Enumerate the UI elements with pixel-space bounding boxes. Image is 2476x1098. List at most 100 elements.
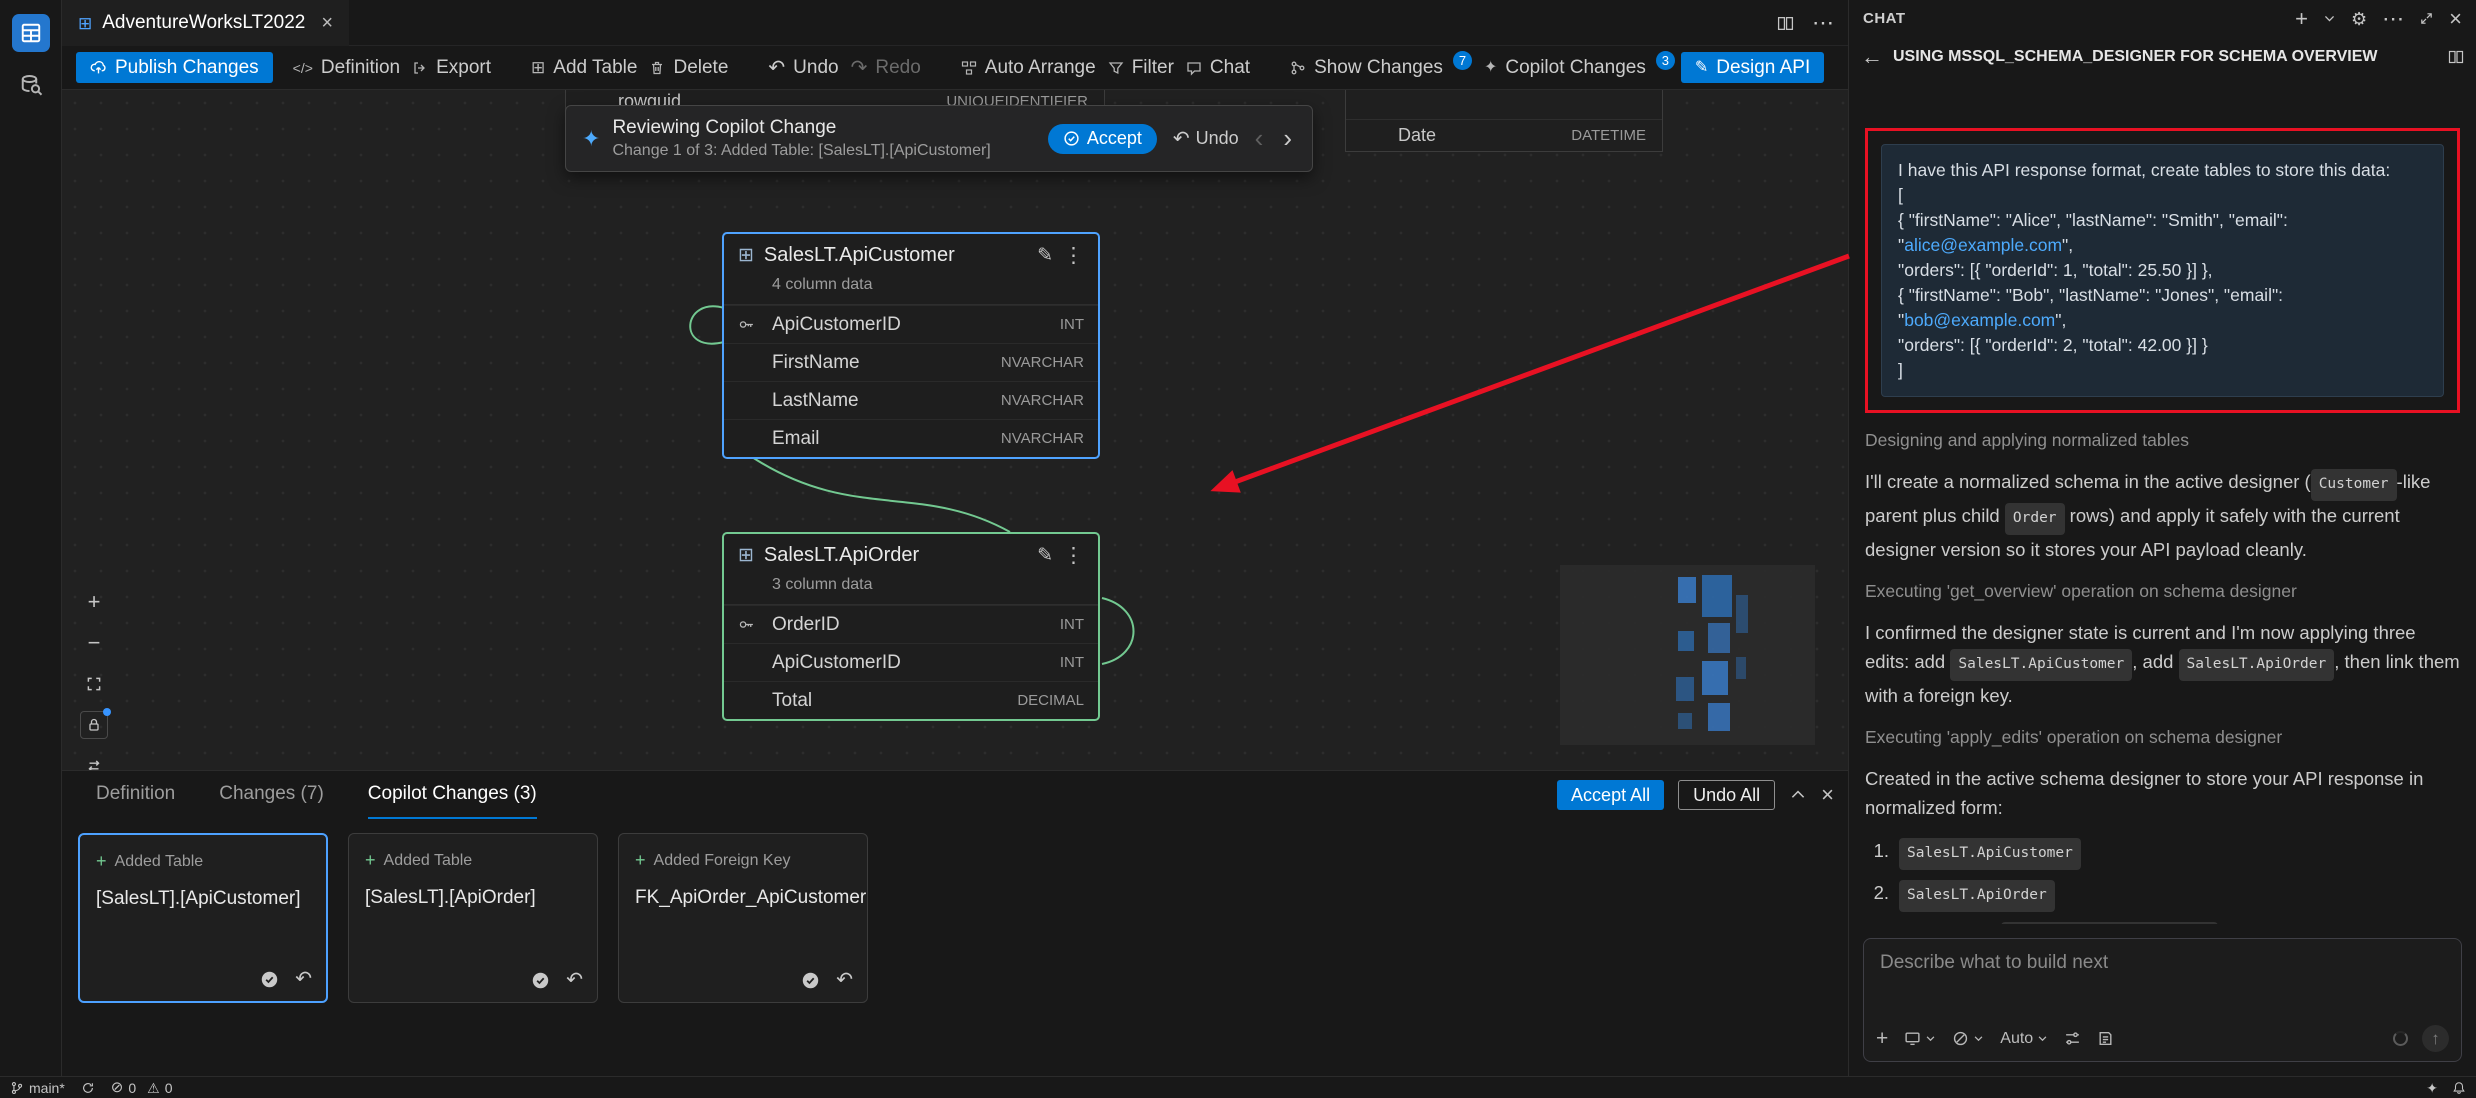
email-link[interactable]: alice@example.com <box>1904 235 2062 255</box>
table-row[interactable]: ApiCustomerID INT <box>724 643 1098 681</box>
table-menu-icon[interactable]: ⋮ <box>1063 543 1084 568</box>
chat-input[interactable] <box>1864 939 2461 1001</box>
instructions-icon[interactable] <box>2097 1030 2114 1047</box>
zoom-fit-icon[interactable] <box>80 670 108 698</box>
change-card-foreignkey[interactable]: + Added Foreign Key FK_ApiOrder_ApiCusto… <box>618 833 868 1003</box>
mention-context-selector[interactable] <box>1952 1030 1984 1047</box>
table-subtitle: 3 column data <box>724 576 1098 605</box>
table-menu-icon[interactable]: ⋮ <box>1063 243 1084 268</box>
definition-button[interactable]: </> Definition <box>287 52 406 84</box>
screen-context-selector[interactable] <box>1904 1030 1936 1047</box>
close-panel-icon[interactable]: × <box>1821 784 1834 806</box>
chevron-down-icon[interactable] <box>2323 12 2336 25</box>
git-branch-indicator[interactable]: main* <box>10 1080 65 1096</box>
cloud-upload-icon <box>90 59 107 76</box>
editor-more-actions-icon[interactable]: ⋯ <box>1812 12 1834 34</box>
maximize-panel-icon[interactable] <box>2419 11 2434 26</box>
screen-icon <box>1904 1030 1921 1047</box>
export-button[interactable]: Export <box>406 52 497 84</box>
add-table-button[interactable]: ⊞ Add Table <box>525 52 643 84</box>
banner-subtitle: Change 1 of 3: Added Table: [SalesLT].[A… <box>612 142 1035 160</box>
more-actions-icon[interactable]: ⋯ <box>2382 8 2404 30</box>
design-api-button[interactable]: ✎ Design API <box>1681 52 1824 83</box>
tab-definition[interactable]: Definition <box>96 771 175 819</box>
filter-button[interactable]: Filter <box>1102 52 1180 84</box>
copilot-changes-button[interactable]: ✦ Copilot Changes 3 <box>1478 52 1681 84</box>
edit-table-icon[interactable]: ✎ <box>1037 544 1053 567</box>
table-row[interactable]: Total DECIMAL <box>724 681 1098 719</box>
table-row[interactable]: LastName NVARCHAR <box>724 381 1098 419</box>
notifications-bell-icon[interactable] <box>2452 1081 2466 1095</box>
accept-change-button[interactable]: Accept <box>1048 124 1157 154</box>
show-changes-icon <box>1290 60 1306 76</box>
accept-all-button[interactable]: Accept All <box>1557 780 1664 810</box>
chat-button[interactable]: Chat <box>1180 52 1256 84</box>
split-editor-icon[interactable] <box>1777 15 1794 32</box>
delete-button[interactable]: Delete <box>643 52 734 84</box>
warnings-icon: ⚠ <box>147 1081 160 1095</box>
model-selector[interactable]: Auto <box>2000 1030 2048 1048</box>
copilot-sparkle-icon: ✦ <box>1484 60 1497 76</box>
discard-change-icon[interactable]: ↶ <box>836 970 853 990</box>
edit-table-icon[interactable]: ✎ <box>1037 244 1053 267</box>
discard-change-icon[interactable]: ↶ <box>295 969 312 989</box>
show-changes-badge: 7 <box>1453 51 1472 70</box>
table-title: SalesLT.ApiOrder <box>764 544 1027 567</box>
show-changes-button[interactable]: Show Changes 7 <box>1284 52 1478 84</box>
email-link[interactable]: bob@example.com <box>1904 310 2055 330</box>
table-row[interactable]: Email NVARCHAR <box>724 419 1098 457</box>
back-arrow-icon[interactable]: ← <box>1861 44 1883 70</box>
auto-arrange-button[interactable]: Auto Arrange <box>955 52 1102 84</box>
table-row[interactable]: FirstName NVARCHAR <box>724 343 1098 381</box>
table-row[interactable]: OrderID INT <box>724 605 1098 643</box>
copilot-status-icon[interactable]: ✦ <box>2426 1081 2438 1095</box>
previous-change-icon[interactable]: ‹ <box>1251 123 1268 154</box>
added-plus-icon: + <box>96 851 107 872</box>
assistant-paragraph: I'll create a normalized schema in the a… <box>1865 467 2460 564</box>
branch-icon <box>10 1081 24 1095</box>
auto-layout-icon[interactable] <box>80 752 108 770</box>
sync-indicator[interactable] <box>81 1081 95 1095</box>
change-card-apiorder[interactable]: + Added Table [SalesLT].[ApiOrder] ↶ <box>348 833 598 1003</box>
undo-all-button[interactable]: Undo All <box>1678 780 1775 810</box>
zoom-out-icon[interactable]: − <box>80 629 108 657</box>
close-panel-icon[interactable]: × <box>2449 8 2462 30</box>
schema-canvas[interactable]: rowguid UNIQUEIDENTIFIER Date DATETIME ✦… <box>62 90 1848 770</box>
chat-bubble-icon <box>1186 60 1202 76</box>
new-chat-icon[interactable]: + <box>2295 8 2308 30</box>
undo-button[interactable]: ↶ Undo <box>762 52 844 84</box>
undo-change-button[interactable]: ↶ Undo <box>1173 128 1239 149</box>
database-search-icon[interactable] <box>12 66 50 104</box>
tab-copilot-changes[interactable]: Copilot Changes (3) <box>368 771 537 819</box>
chat-session-title: USING MSSQL_SCHEMA_DESIGNER FOR SCHEMA O… <box>1893 48 2438 66</box>
lock-canvas-icon[interactable] <box>80 711 108 739</box>
open-in-editor-icon[interactable] <box>2448 49 2464 65</box>
discard-change-icon[interactable]: ↶ <box>566 970 583 990</box>
schema-designer-icon[interactable] <box>12 14 50 52</box>
tab-changes[interactable]: Changes (7) <box>219 771 324 819</box>
sync-icon <box>81 1081 95 1095</box>
designer-toolbar: Publish Changes </> Definition Export ⊞ … <box>62 46 1848 90</box>
publish-changes-button[interactable]: Publish Changes <box>76 52 273 83</box>
accept-change-icon[interactable] <box>801 971 820 990</box>
gear-icon[interactable]: ⚙ <box>2351 10 2367 28</box>
table-node-apiorder[interactable]: ⊞ SalesLT.ApiOrder ✎ ⋮ 3 column data Ord… <box>722 532 1100 721</box>
minimap[interactable] <box>1560 565 1815 745</box>
add-context-icon[interactable]: + <box>1876 1028 1888 1049</box>
accept-change-icon[interactable] <box>260 970 279 989</box>
accept-change-icon[interactable] <box>531 971 550 990</box>
zoom-in-icon[interactable]: + <box>80 588 108 616</box>
tab-adventureworks[interactable]: ⊞ AdventureWorksLT2022 × <box>62 0 349 46</box>
table-node-apicustomer[interactable]: ⊞ SalesLT.ApiCustomer ✎ ⋮ 4 column data … <box>722 232 1100 459</box>
redo-button[interactable]: ↷ Redo <box>845 52 927 84</box>
tab-close-icon[interactable]: × <box>321 12 333 35</box>
problems-indicator[interactable]: ⊘ 0 ⚠ 0 <box>111 1080 173 1096</box>
next-change-icon[interactable]: › <box>1279 123 1296 154</box>
table-row[interactable]: ApiCustomerID INT <box>724 305 1098 343</box>
tools-icon[interactable] <box>2064 1030 2081 1047</box>
change-card-apicustomer[interactable]: + Added Table [SalesLT].[ApiCustomer] ↶ <box>78 833 328 1003</box>
error-count: 0 <box>128 1080 136 1096</box>
send-button[interactable]: ↑ <box>2422 1025 2449 1052</box>
table-icon: ⊞ <box>738 546 754 565</box>
collapse-panel-icon[interactable] <box>1789 786 1807 804</box>
